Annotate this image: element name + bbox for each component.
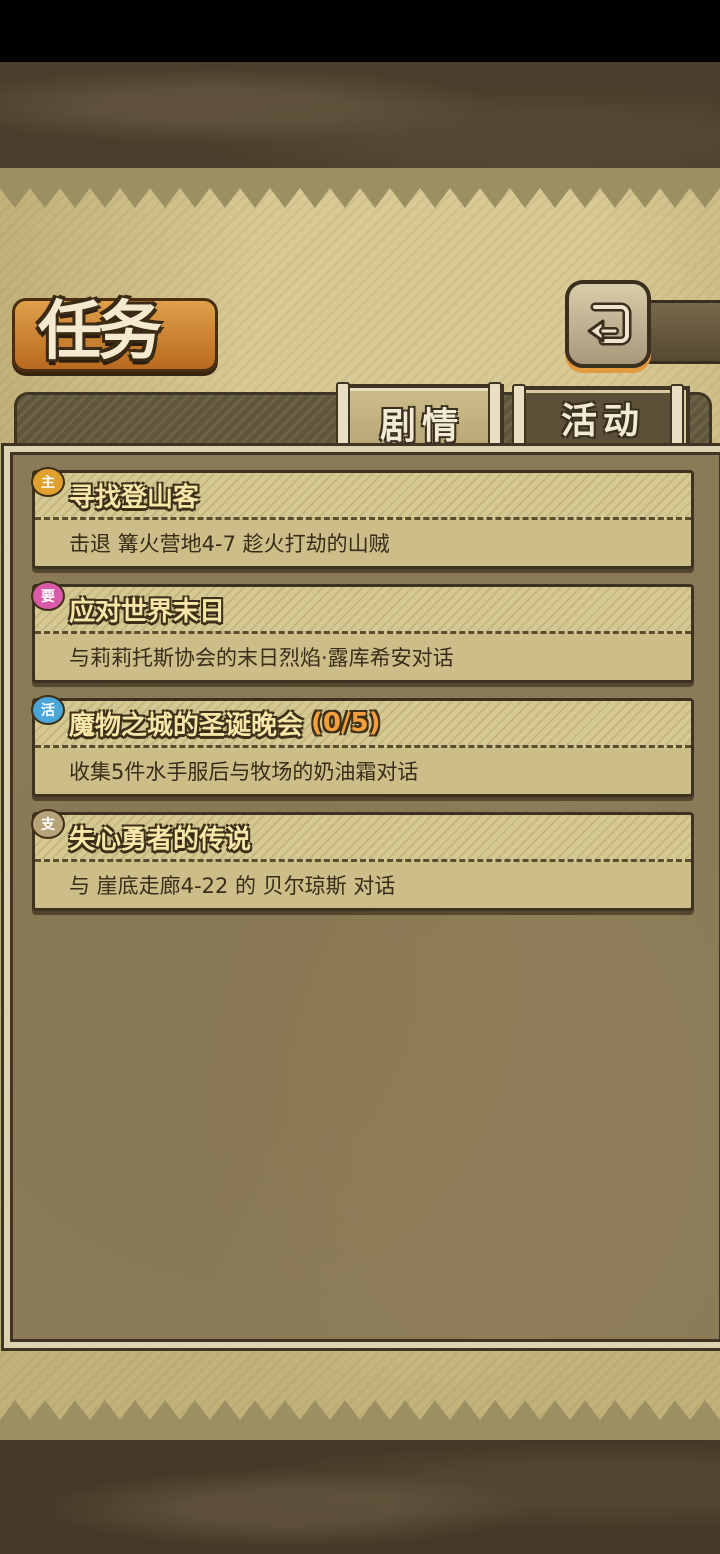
map-background-bottom: [0, 1440, 720, 1554]
quest-type-badge: 活: [31, 695, 65, 725]
quest-type-badge: 主: [31, 467, 65, 497]
quest-title: 失心勇者的传说: [69, 824, 252, 855]
tab-event[interactable]: 活动: [516, 386, 690, 446]
quest-card[interactable]: 活 魔物之城的圣诞晚会 (0/5) 收集5件水手服后与牧场的奶油霜对话: [31, 695, 694, 797]
quest-header: 应对世界末日: [35, 587, 691, 634]
quest-type-badge: 要: [31, 581, 65, 611]
quest-card[interactable]: 主 寻找登山客 击退 篝火营地4-7 趁火打劫的山贼: [31, 467, 694, 569]
quest-header: 失心勇者的传说: [35, 815, 691, 862]
zigzag-border-bottom: [0, 1400, 720, 1440]
quest-description: 收集5件水手服后与牧场的奶油霜对话: [69, 760, 419, 784]
quest-type-badge: 支: [31, 809, 65, 839]
quest-header: 魔物之城的圣诞晚会 (0/5): [35, 701, 691, 748]
quest-description: 与 崖底走廊4-22 的 贝尔琼斯 对话: [69, 874, 396, 898]
return-arrow-icon: [587, 302, 632, 346]
tab-post: [670, 384, 684, 446]
back-button[interactable]: [565, 280, 651, 368]
quest-title: 应对世界末日: [69, 596, 226, 627]
zigzag-border-top: [0, 168, 720, 208]
quest-title: 魔物之城的圣诞晚会: [69, 710, 304, 741]
quest-progress: (0/5): [311, 708, 381, 738]
quest-description: 与莉莉托斯协会的末日烈焰·露库希安对话: [69, 646, 454, 670]
quest-card[interactable]: 要 应对世界末日 与莉莉托斯协会的末日烈焰·露库希安对话: [31, 581, 694, 683]
quest-title: 寻找登山客: [69, 482, 200, 513]
page-title: 任务: [38, 295, 162, 369]
quest-header: 寻找登山客: [35, 473, 691, 520]
status-bar: [0, 0, 720, 62]
quest-card[interactable]: 支 失心勇者的传说 与 崖底走廊4-22 的 贝尔琼斯 对话: [31, 809, 694, 911]
tab-post: [512, 384, 526, 446]
map-background-top: [0, 62, 720, 172]
quest-description: 击退 篝火营地4-7 趁火打劫的山贼: [69, 532, 390, 556]
